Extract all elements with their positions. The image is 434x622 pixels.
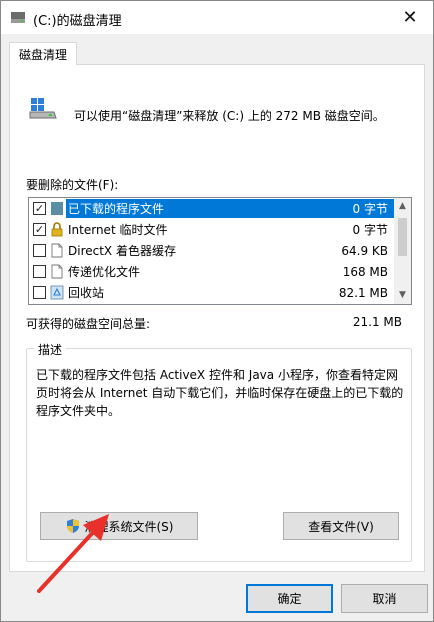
drive-icon [29, 98, 57, 119]
list-item-size: 168 MB [342, 264, 388, 279]
view-files-label: 查看文件(V) [308, 519, 374, 534]
list-item-checkbox[interactable] [33, 244, 46, 257]
list-item-name: 传递优化文件 [68, 265, 141, 279]
cancel-label: 取消 [372, 592, 397, 606]
files-to-delete-label: 要删除的文件(F): [26, 178, 119, 192]
disk-cleanup-app-icon [11, 12, 25, 23]
list-item[interactable]: ✓ 已下载的程序文件 0 字节 [29, 198, 394, 219]
list-item-checkbox[interactable] [33, 265, 46, 278]
tab-panel: 可以使用“磁盘清理”来释放 (C:) 上的 272 MB 磁盘空间。 要删除的文… [9, 64, 425, 572]
header-text: 可以使用“磁盘清理”来释放 (C:) 上的 272 MB 磁盘空间。 [74, 109, 385, 123]
document-icon [51, 243, 63, 258]
total-space-label: 可获得的磁盘空间总量: [26, 317, 151, 331]
close-icon: ✕ [402, 7, 418, 28]
ok-button[interactable]: 确定 [246, 584, 333, 613]
description-label: 描述 [34, 341, 67, 358]
list-item-checkbox[interactable] [33, 286, 46, 299]
list-item-name: DirectX 着色器缓存 [68, 244, 176, 258]
list-item-size: 0 字节 [352, 202, 388, 216]
close-button[interactable]: ✕ [387, 1, 433, 34]
title-bar: (C:)的磁盘清理 ✕ [1, 1, 433, 34]
list-item[interactable]: ✓ Internet 临时文件 0 字节 [29, 219, 394, 240]
cleanup-system-files-button[interactable]: 清理系统文件(S) [40, 512, 198, 540]
cleanup-system-files-label: 清理系统文件(S) [84, 519, 174, 534]
scroll-thumb[interactable] [398, 218, 407, 256]
tab-disk-cleanup[interactable]: 磁盘清理 [9, 42, 77, 65]
list-item-checkbox[interactable]: ✓ [33, 223, 46, 236]
list-item-size: 82.1 MB [338, 285, 388, 300]
list-item-name: 回收站 [68, 286, 105, 300]
shield-icon [66, 519, 79, 533]
recycle-bin-icon [50, 285, 64, 300]
files-listbox[interactable]: ✓ 已下载的程序文件 0 字节 ✓ Internet 临时文件 0 字节 Dir… [28, 197, 412, 305]
scroll-up-icon[interactable]: ▲ [394, 198, 411, 215]
list-item-name: Internet 临时文件 [68, 223, 168, 237]
cancel-button[interactable]: 取消 [341, 584, 428, 613]
disk-cleanup-dialog: (C:)的磁盘清理 ✕ 磁盘清理 可以使用“磁盘清理”来释放 (C:) 上的 2… [0, 0, 434, 622]
list-item-size: 0 字节 [352, 223, 388, 237]
list-item-name: 已下载的程序文件 [68, 202, 165, 216]
vertical-scrollbar[interactable]: ▲ ▼ [394, 198, 411, 304]
view-files-button[interactable]: 查看文件(V) [283, 512, 399, 540]
list-item-checkbox[interactable]: ✓ [33, 202, 46, 215]
total-space-value: 21.1 MB [352, 315, 402, 329]
list-item[interactable]: 传递优化文件 168 MB [29, 261, 394, 282]
description-text: 已下载的程序文件包括 ActiveX 控件和 Java 小程序，你查看特定网页时… [36, 368, 404, 418]
scroll-down-icon[interactable]: ▼ [394, 287, 411, 304]
folder-icon [51, 202, 63, 215]
list-item[interactable]: DirectX 着色器缓存 64.9 KB [29, 240, 394, 261]
lock-icon [51, 222, 63, 237]
ok-label: 确定 [277, 592, 302, 606]
list-item[interactable]: 回收站 82.1 MB [29, 282, 394, 303]
document-icon [51, 264, 63, 279]
window-title: (C:)的磁盘清理 [33, 14, 122, 29]
list-item-size: 64.9 KB [341, 243, 388, 258]
tab-control: 磁盘清理 可以使用“磁盘清理”来释放 (C:) 上的 272 MB 磁盘空间。 … [9, 42, 425, 572]
